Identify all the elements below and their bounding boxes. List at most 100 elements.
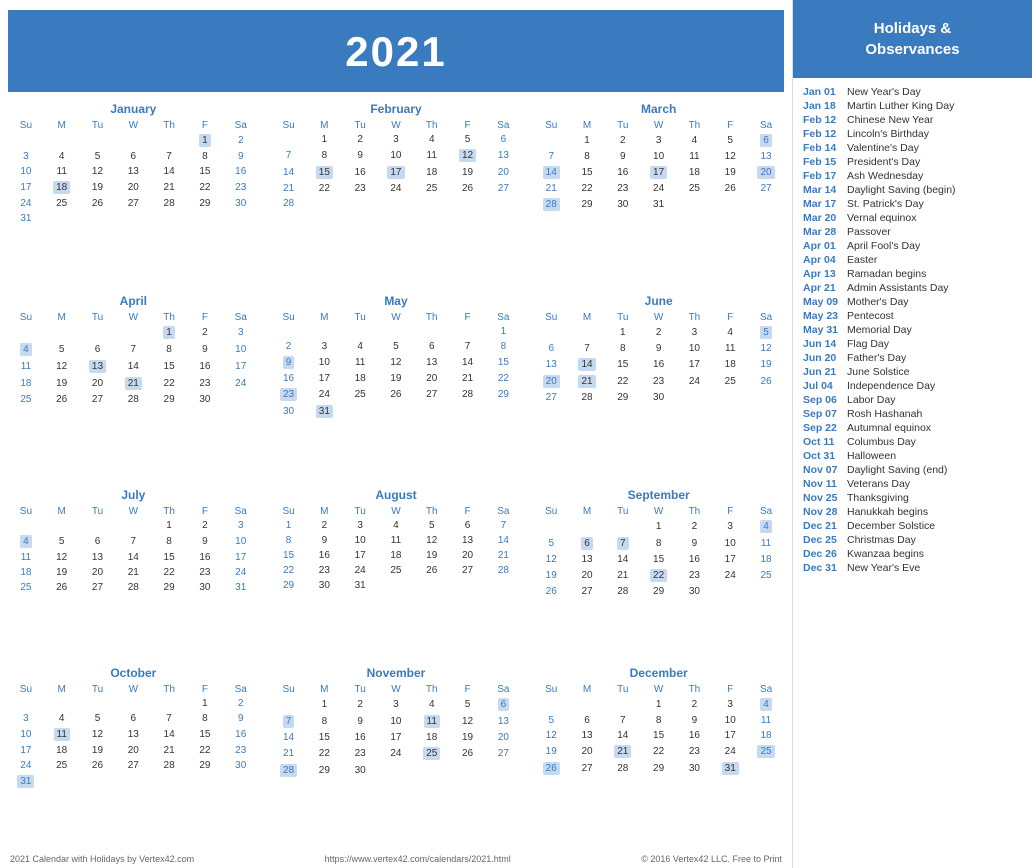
month-table: SuMTuWThFSa12345678910111213141516171819… — [533, 311, 784, 405]
calendar-day: 17 — [712, 728, 748, 743]
calendar-day — [748, 390, 784, 405]
calendar-day: 16 — [271, 371, 307, 386]
calendar-day: 27 — [533, 390, 569, 405]
calendar-day: 21 — [151, 743, 187, 758]
month-table: SuMTuWThFSa12345678910111213141516171819… — [271, 683, 522, 779]
calendar-day: 2 — [641, 324, 677, 341]
month-title: June — [533, 294, 784, 308]
day-header: Tu — [80, 311, 116, 324]
day-header: M — [306, 311, 342, 324]
calendar-day: 3 — [677, 324, 713, 341]
calendar-day: 4 — [712, 324, 748, 341]
calendar-day: 5 — [80, 149, 116, 164]
calendar-day: 14 — [115, 550, 151, 565]
footer-center: https://www.vertex42.com/calendars/2021.… — [325, 854, 511, 864]
calendar-day: 28 — [115, 392, 151, 407]
calendar-day: 18 — [8, 565, 44, 580]
day-header: Tu — [342, 683, 378, 696]
calendar-day: 24 — [712, 743, 748, 760]
highlighted-day: 14 — [543, 166, 560, 179]
holiday-date: Dec 21 — [803, 520, 847, 532]
highlighted-day: 7 — [283, 715, 295, 728]
calendar-day: 19 — [44, 565, 80, 580]
calendar-day: 2 — [306, 518, 342, 533]
day-header: Th — [677, 505, 713, 518]
calendar-day: 17 — [677, 356, 713, 373]
calendar-day: 28 — [450, 386, 486, 403]
calendar-day: 26 — [80, 196, 116, 211]
month-title: September — [533, 488, 784, 502]
calendar-day: 20 — [485, 730, 521, 745]
calendar-day: 1 — [306, 696, 342, 713]
calendar-day: 27 — [414, 386, 450, 403]
calendar-day: 31 — [712, 760, 748, 777]
calendar-day: 29 — [271, 578, 307, 593]
highlighted-day: 22 — [650, 569, 667, 582]
holiday-name: Thanksgiving — [847, 492, 909, 504]
holiday-name: Hanukkah begins — [847, 506, 928, 518]
day-header: Su — [533, 683, 569, 696]
day-header: Th — [151, 311, 187, 324]
calendar-day: 26 — [80, 758, 116, 773]
calendar-day: 26 — [414, 563, 450, 578]
holiday-name: St. Patrick's Day — [847, 198, 924, 210]
calendar-day: 26 — [712, 181, 748, 196]
calendar-day: 13 — [80, 358, 116, 375]
calendar-day — [414, 578, 450, 593]
holiday-name: Memorial Day — [847, 324, 912, 336]
calendar-day: 19 — [712, 164, 748, 181]
calendar-day: 17 — [8, 743, 44, 758]
highlighted-day: 4 — [20, 343, 32, 356]
holiday-date: Jun 21 — [803, 366, 847, 378]
calendar-day: 24 — [378, 745, 414, 762]
main-container: 2021 JanuarySuMTuWThFSa12345678910111213… — [0, 0, 1032, 868]
holiday-name: Halloween — [847, 450, 896, 462]
day-header: W — [378, 683, 414, 696]
calendar-day: 5 — [80, 711, 116, 726]
calendar-day: 13 — [748, 149, 784, 164]
calendar-day: 12 — [748, 341, 784, 356]
calendar-day: 7 — [115, 533, 151, 550]
calendar-day: 7 — [569, 341, 605, 356]
day-header: F — [450, 505, 486, 518]
calendar-day: 7 — [151, 149, 187, 164]
calendar-day: 14 — [151, 164, 187, 179]
day-header: Su — [271, 311, 307, 324]
calendar-day: 18 — [342, 371, 378, 386]
calendar-day: 8 — [187, 711, 223, 726]
holiday-name: Independence Day — [847, 380, 935, 392]
calendar-day: 22 — [569, 181, 605, 196]
day-header: Th — [414, 311, 450, 324]
holiday-date: Mar 14 — [803, 184, 847, 196]
holiday-item: Mar 14Daylight Saving (begin) — [803, 184, 1022, 196]
calendar-day — [485, 578, 521, 593]
calendar-day: 2 — [271, 339, 307, 354]
calendar-day — [80, 211, 116, 226]
day-header: Sa — [485, 311, 521, 324]
highlighted-day: 20 — [543, 375, 560, 388]
calendar-day — [8, 132, 44, 149]
calendar-day: 13 — [569, 552, 605, 567]
calendar-day: 29 — [641, 584, 677, 599]
calendar-day: 15 — [641, 728, 677, 743]
holiday-name: Father's Day — [847, 352, 906, 364]
calendar-day: 10 — [223, 533, 259, 550]
calendar-day: 10 — [306, 354, 342, 371]
holiday-item: Jan 18Martin Luther King Day — [803, 100, 1022, 112]
calendar-day: 13 — [533, 356, 569, 373]
calendar-day: 14 — [485, 533, 521, 548]
calendar-day — [115, 324, 151, 341]
day-header: Su — [8, 119, 44, 132]
calendar-day: 10 — [677, 341, 713, 356]
calendar-day: 19 — [80, 743, 116, 758]
holiday-name: Kwanzaa begins — [847, 548, 924, 560]
calendar-day: 31 — [306, 403, 342, 420]
day-header: Th — [677, 311, 713, 324]
holiday-name: Lincoln's Birthday — [847, 128, 929, 140]
calendar-day: 1 — [151, 324, 187, 341]
calendar-day: 27 — [115, 758, 151, 773]
holiday-item: Sep 06Labor Day — [803, 394, 1022, 406]
calendar-day: 5 — [378, 339, 414, 354]
calendar-day — [533, 132, 569, 149]
calendar-day — [677, 196, 713, 213]
